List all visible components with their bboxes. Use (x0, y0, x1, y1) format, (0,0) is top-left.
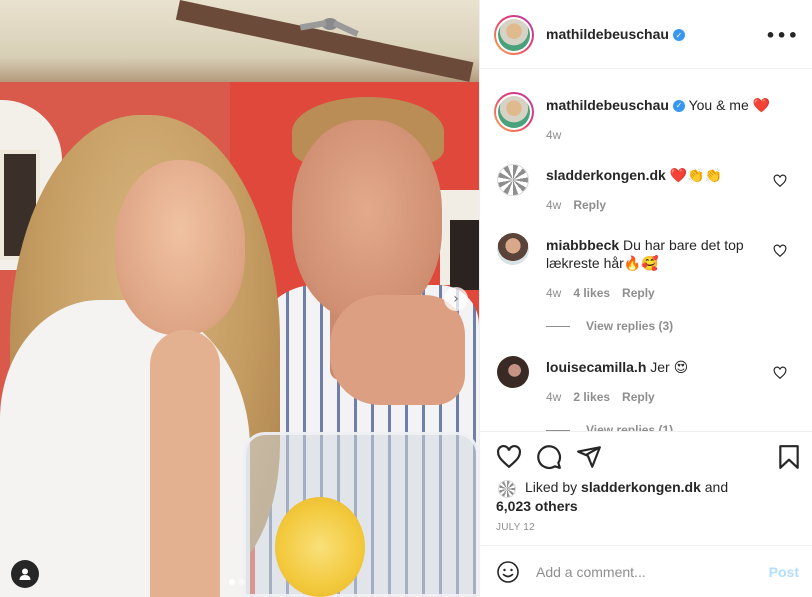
comment-meta: 4w Reply (546, 198, 606, 212)
comment-time[interactable]: 4w (546, 390, 561, 404)
comment: miabbbeck Du har bare det top lækreste h… (546, 236, 756, 273)
comment-likes[interactable]: 4 likes (573, 286, 610, 300)
liked-by-avatar[interactable] (498, 480, 516, 498)
comment-username[interactable]: louisecamilla.h (546, 359, 646, 375)
caption-avatar[interactable] (494, 92, 534, 132)
carousel-indicator (229, 579, 245, 585)
comment-like-heart-icon[interactable] (773, 366, 787, 380)
comment-meta: 4w 2 likes Reply (546, 390, 655, 404)
liked-by-others[interactable]: 6,023 others (496, 498, 578, 514)
caption-username[interactable]: mathildebeuschau (546, 97, 669, 113)
woman-arm (150, 330, 220, 597)
drinking-glass (243, 432, 479, 597)
liked-by-user[interactable]: sladderkongen.dk (581, 479, 701, 495)
liked-by-others-line: 6,023 others (496, 497, 578, 515)
ceiling-fan (300, 18, 359, 37)
post-date[interactable]: JULY 12 (496, 522, 535, 533)
comment: louisecamilla.h Jer 😍 (546, 358, 688, 377)
reply-button[interactable]: Reply (573, 198, 606, 212)
view-replies-button[interactable]: View replies (3) (546, 319, 673, 333)
liked-by-line: Liked by sladderkongen.dk and (525, 478, 728, 496)
reply-button[interactable]: Reply (622, 286, 655, 300)
verified-badge-icon: ✓ (672, 100, 685, 113)
comment: sladderkongen.dk ❤️👏👏 (546, 166, 722, 185)
caption-emoji: ❤️ (752, 98, 771, 114)
comment-avatar[interactable] (497, 233, 529, 265)
comment-avatar[interactable] (497, 164, 529, 196)
view-replies-label[interactable]: View replies (1) (586, 423, 673, 431)
comment-likes[interactable]: 2 likes (573, 390, 610, 404)
post-header: mathildebeuschau ✓ ••• (480, 0, 812, 69)
more-options-icon[interactable]: ••• (765, 26, 799, 45)
comment-input[interactable] (536, 561, 756, 583)
post-sidebar: mathildebeuschau ✓ ••• mathildebeuschau ✓ … (479, 0, 812, 597)
comment-emoji: ❤️👏👏 (669, 168, 722, 184)
comment-meta: 4w 4 likes Reply (546, 286, 655, 300)
woman-face (115, 160, 245, 335)
post-photo[interactable]: › (0, 0, 479, 597)
comment-text: Jer (650, 359, 670, 375)
verified-badge-icon: ✓ (672, 29, 685, 42)
replies-divider (546, 325, 570, 327)
comment-username[interactable]: sladderkongen.dk (546, 167, 666, 183)
header-username[interactable]: mathildebeuschau (546, 26, 669, 42)
caption-text: You & me (688, 97, 749, 113)
chevron-right-icon[interactable]: › (444, 287, 468, 311)
caption-time[interactable]: 4w (546, 128, 561, 142)
comment-username[interactable]: miabbbeck (546, 237, 619, 253)
user-tag-icon[interactable] (11, 560, 39, 588)
heart-icon[interactable] (496, 444, 522, 470)
replies-divider (546, 429, 570, 431)
comment-icon[interactable] (536, 444, 562, 470)
lemon-slice (275, 497, 365, 597)
carousel-dot-active (229, 579, 235, 585)
action-bar (480, 433, 812, 483)
comment-like-heart-icon[interactable] (773, 174, 787, 188)
doorway-shadow (450, 220, 479, 290)
share-icon[interactable] (576, 444, 602, 470)
liked-by-connector: and (704, 479, 729, 495)
comment-time[interactable]: 4w (546, 198, 561, 212)
bookmark-icon[interactable] (776, 444, 802, 470)
man-face (292, 120, 442, 320)
carousel-dot (239, 579, 245, 585)
avatar[interactable] (494, 15, 534, 55)
view-replies-label[interactable]: View replies (3) (586, 319, 673, 333)
caption: mathildebeuschau ✓ You & me ❤️ (546, 96, 770, 115)
comment-emoji: 🔥🥰 (623, 256, 659, 272)
man-hand (330, 295, 465, 405)
liked-by-prefix: Liked by (525, 479, 578, 495)
add-comment-bar: Post (480, 545, 812, 597)
comment-text-cont: lækreste hår (546, 255, 624, 271)
reply-button[interactable]: Reply (622, 390, 655, 404)
caption-meta: 4w (546, 128, 561, 142)
comment-like-heart-icon[interactable] (773, 244, 787, 258)
post-button[interactable]: Post (769, 564, 799, 580)
comment-text: Du har bare det top (623, 237, 744, 253)
comment-time[interactable]: 4w (546, 286, 561, 300)
view-replies-button[interactable]: View replies (1) (546, 423, 673, 431)
comment-emoji: 😍 (673, 360, 689, 376)
comment-avatar[interactable] (497, 356, 529, 388)
smile-icon[interactable] (496, 560, 520, 584)
comments-list[interactable]: mathildebeuschau ✓ You & me ❤️ 4w sladder… (480, 70, 812, 432)
